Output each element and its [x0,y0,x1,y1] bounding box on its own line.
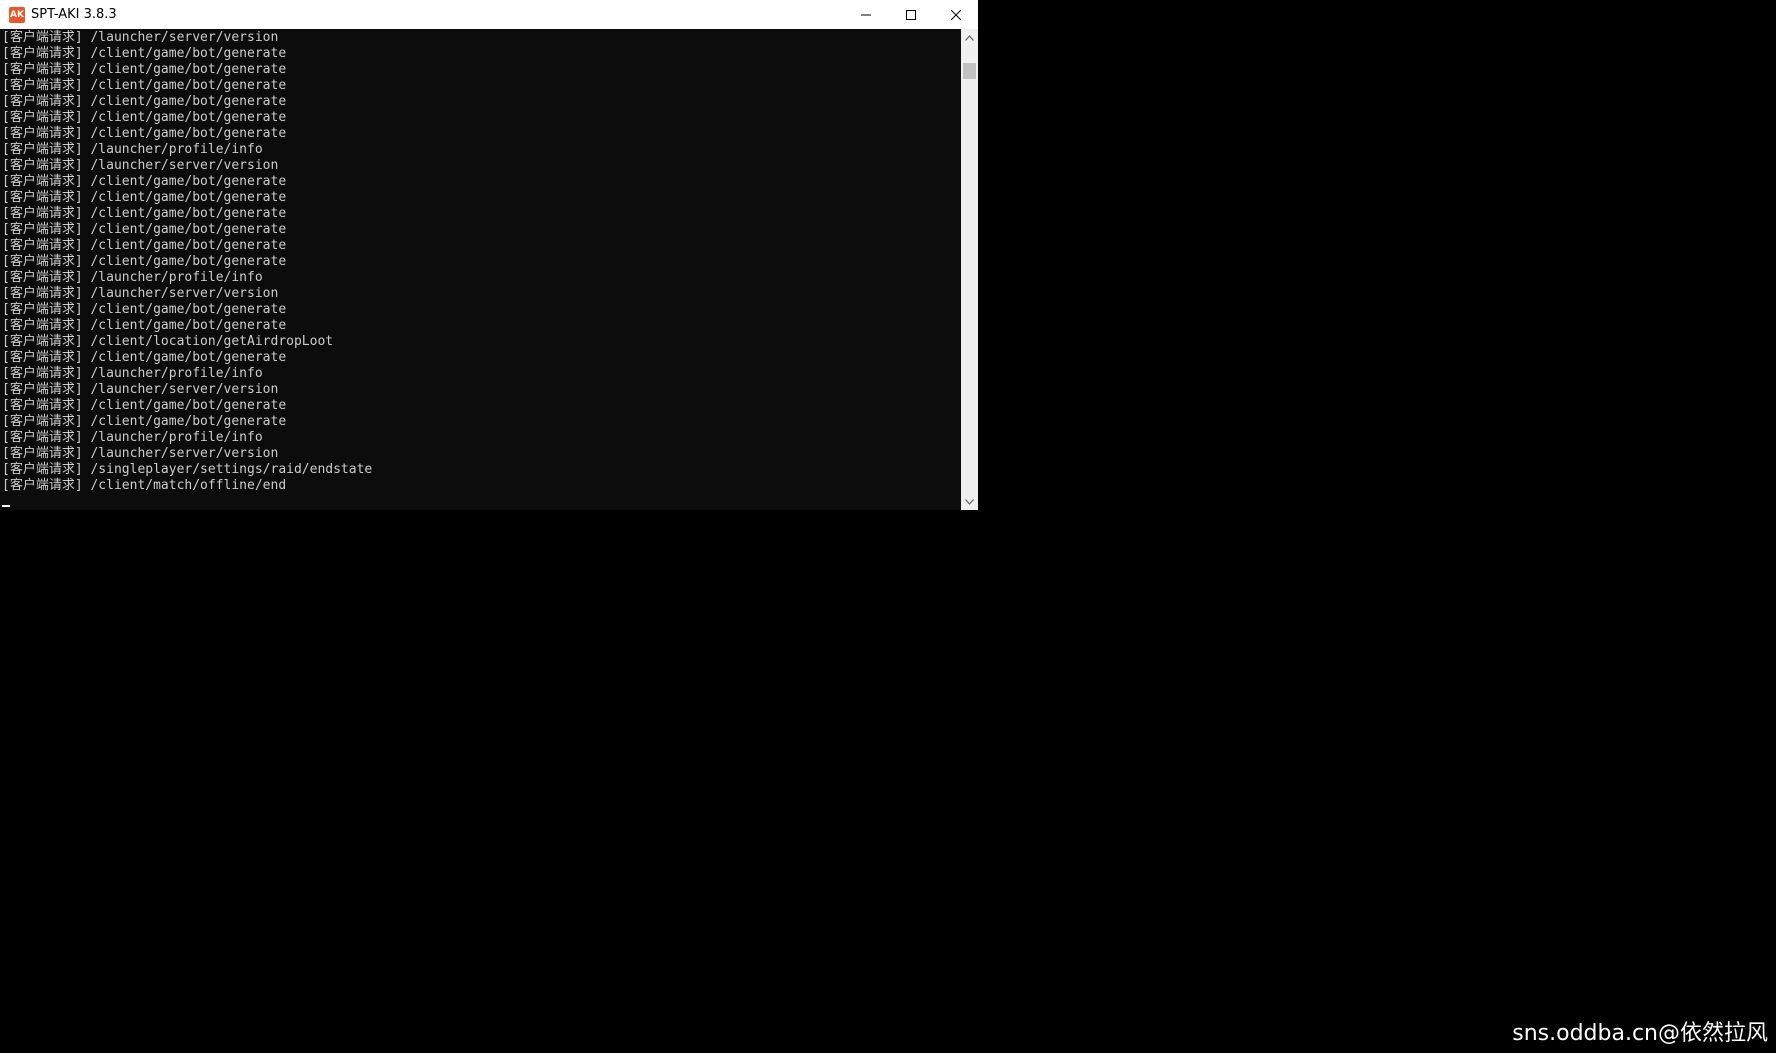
console-line: [客户端请求] /client/game/bot/generate [2,190,287,205]
spt-aki-app-icon[interactable]: AK [9,6,25,23]
chevron-up-icon [965,34,974,41]
console-line: [客户端请求] /client/game/bot/generate [2,318,287,333]
maximize-button[interactable] [888,0,933,29]
console-line: [客户端请求] /client/game/bot/generate [2,46,287,61]
vertical-scrollbar[interactable] [961,29,978,510]
console-line: [客户端请求] /launcher/profile/info [2,366,263,381]
minimize-button[interactable] [843,0,888,29]
console-line: [客户端请求] /singleplayer/settings/raid/ends… [2,462,373,477]
chevron-down-icon [965,498,974,505]
console-output[interactable]: [客户端请求] /launcher/server/version [客户端请求] … [0,29,961,510]
console-line: [客户端请求] /launcher/profile/info [2,142,263,157]
scroll-thumb[interactable] [963,63,976,79]
console-line: [客户端请求] /launcher/server/version [2,158,279,173]
console-line: [客户端请求] /client/game/bot/generate [2,398,287,413]
console-line: [客户端请求] /client/game/bot/generate [2,206,287,221]
console-line: [客户端请求] /client/match/offline/end [2,478,287,493]
console-line: [客户端请求] /client/game/bot/generate [2,62,287,77]
console-line: [客户端请求] /client/game/bot/generate [2,110,287,125]
text-cursor [2,505,10,507]
watermark-text: sns.oddba.cn@依然拉风 [1512,1021,1768,1046]
close-button[interactable] [933,0,978,29]
console-line: [客户端请求] /launcher/profile/info [2,270,263,285]
console-line: [客户端请求] /client/game/bot/generate [2,350,287,365]
console-line: [客户端请求] /client/game/bot/generate [2,126,287,141]
console-line: [客户端请求] /client/game/bot/generate [2,94,287,109]
console-line: [客户端请求] /client/game/bot/generate [2,222,287,237]
window-title: SPT-AKI 3.8.3 [31,7,117,22]
window-controls [843,0,978,29]
console-line: [客户端请求] /client/game/bot/generate [2,238,287,253]
console-window: AK SPT-AKI 3.8.3 [客户端请求] /launcher/serve… [0,0,978,510]
scroll-down-button[interactable] [961,493,978,510]
console-line: [客户端请求] /client/game/bot/generate [2,414,287,429]
console-line: [客户端请求] /launcher/profile/info [2,430,263,445]
console-line: [客户端请求] /client/game/bot/generate [2,78,287,93]
console-line: [客户端请求] /client/game/bot/generate [2,174,287,189]
close-icon [950,9,961,20]
console-line: [客户端请求] /client/game/bot/generate [2,302,287,317]
console-line: [客户端请求] /launcher/server/version [2,446,279,461]
console-line: [客户端请求] /launcher/server/version [2,286,279,301]
title-bar[interactable]: AK SPT-AKI 3.8.3 [0,0,978,29]
maximize-icon [905,9,916,20]
console-line: [客户端请求] /client/game/bot/generate [2,254,287,269]
console-line: [客户端请求] /client/location/getAirdropLoot [2,334,334,349]
desktop: AK SPT-AKI 3.8.3 [客户端请求] /launcher/serve… [0,0,1776,1053]
console-line: [客户端请求] /launcher/server/version [2,382,279,397]
console-line: [客户端请求] /launcher/server/version [2,30,279,45]
scroll-up-button[interactable] [961,29,978,46]
minimize-icon [860,14,871,15]
